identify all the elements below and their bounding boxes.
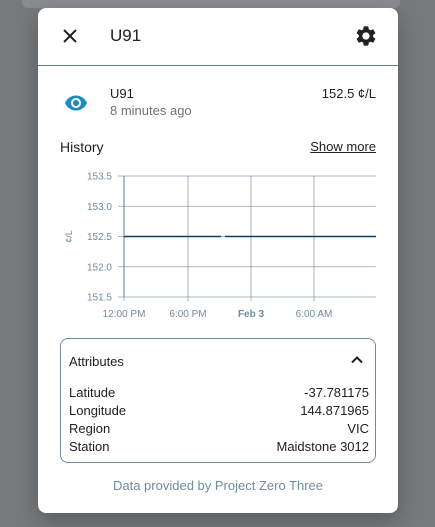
attribute-key: Station [69,439,110,454]
background-card [22,0,400,8]
x-tick-label: 6:00 PM [169,309,206,320]
attribute-row-region: Region VIC [69,421,369,439]
y-tick-label: 152.5 [87,232,112,243]
last-changed: 8 minutes ago [110,103,192,118]
eye-icon [65,95,87,111]
attribute-value: Maidstone 3012 [276,439,369,454]
history-chart[interactable]: 153.5 153.0 152.5 152.0 151.5 12:00 PM 6:00 PM… [38,163,398,328]
y-tick-label: 153.5 [87,172,112,183]
y-tick-label: 153.0 [87,202,112,213]
attributes-header[interactable]: Attributes [61,339,375,381]
close-button[interactable] [58,24,82,48]
chevron-up-icon [351,356,363,364]
entity-value: 152.5 ¢/L [321,86,376,101]
attribute-row-longitude: Longitude 144.871965 [69,403,369,421]
x-tick-label: 6:00 AM [296,309,333,320]
attribute-key: Longitude [69,403,127,418]
attributes-title: Attributes [69,354,124,369]
y-axis-label: ¢/L [64,230,74,243]
attribute-key: Region [69,421,111,436]
attribute-row-station: Station Maidstone 3012 [69,439,369,457]
attributes-card: Attributes Latitude -37.781175 Longitude… [60,338,376,463]
more-info-dialog: U91 U91 8 minutes ago 152.5 ¢/L History … [38,8,398,513]
attribute-value: 144.871965 [300,403,369,418]
close-icon [63,29,77,43]
show-more-link[interactable]: Show more [310,139,376,154]
x-tick-label: Feb 3 [238,309,265,320]
y-tick-label: 151.5 [87,293,112,304]
x-tick-label: 12:00 PM [103,309,146,320]
attribute-value: VIC [347,421,369,436]
y-tick-label: 152.0 [87,262,112,273]
attribute-key: Latitude [69,385,116,400]
history-title: History [60,139,104,155]
settings-button[interactable] [354,24,378,48]
history-chart-svg: 153.5 153.0 152.5 152.0 151.5 12:00 PM 6:00 PM… [64,172,376,320]
dialog-title: U91 [110,26,142,45]
entity-state-row: U91 8 minutes ago 152.5 ¢/L [38,80,398,130]
gear-icon [356,26,376,46]
dialog-header: U91 [38,8,398,66]
attribute-value: -37.781175 [304,385,369,400]
entity-name: U91 [110,86,134,101]
attribute-row-latitude: Latitude -37.781175 [69,385,369,403]
attribution-footer: Data provided by Project Zero Three [112,478,324,493]
